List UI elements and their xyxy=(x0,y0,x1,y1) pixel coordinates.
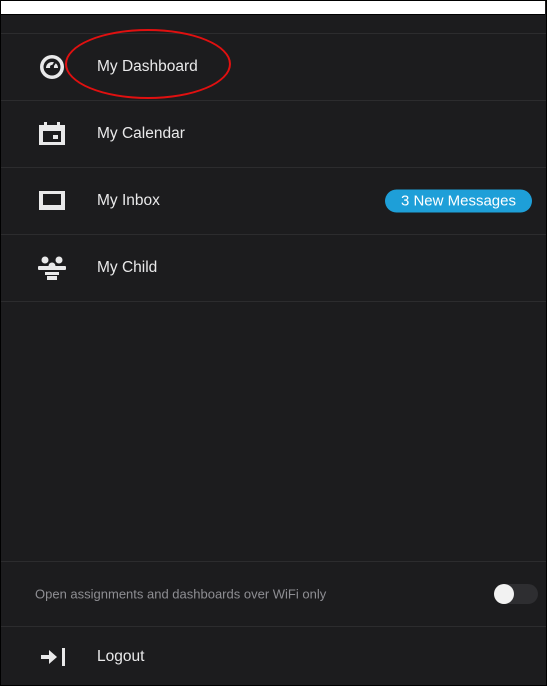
top-white-strip xyxy=(1,1,545,15)
dashboard-gauge-icon xyxy=(35,52,69,82)
menu-item-inbox[interactable]: My Inbox 3 New Messages xyxy=(1,168,546,235)
wifi-only-label: Open assignments and dashboards over WiF… xyxy=(35,586,327,602)
calendar-icon xyxy=(35,119,69,149)
wifi-only-setting: Open assignments and dashboards over WiF… xyxy=(1,561,546,627)
menu-item-child[interactable]: My Child xyxy=(1,235,546,302)
people-icon xyxy=(35,253,69,283)
menu-item-label: My Calendar xyxy=(97,125,185,142)
logout-label: Logout xyxy=(97,648,145,665)
wifi-only-toggle[interactable] xyxy=(494,584,538,604)
menu-item-label: My Inbox xyxy=(97,192,160,209)
menu-item-calendar[interactable]: My Calendar xyxy=(1,101,546,168)
logout-arrow-icon xyxy=(39,646,69,668)
logout-button[interactable]: Logout xyxy=(1,627,546,685)
menu-item-label: My Dashboard xyxy=(97,58,198,75)
menu-item-label: My Child xyxy=(97,259,158,276)
side-menu: My Dashboard My Calendar My Inbox 3 New … xyxy=(1,33,546,302)
menu-item-dashboard[interactable]: My Dashboard xyxy=(1,34,546,101)
toggle-knob xyxy=(494,584,514,604)
app-frame: My Dashboard My Calendar My Inbox 3 New … xyxy=(0,0,547,686)
inbox-icon xyxy=(35,186,69,216)
new-messages-badge: 3 New Messages xyxy=(384,189,532,213)
